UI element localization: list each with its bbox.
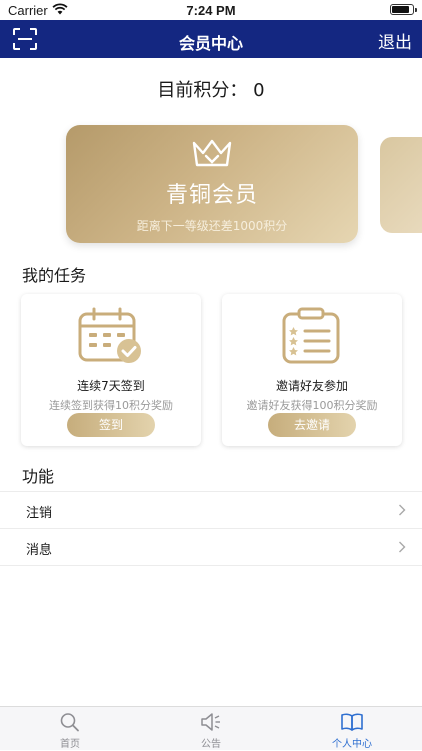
- chevron-right-icon: [399, 504, 406, 516]
- menu-item-messages[interactable]: 消息: [0, 528, 422, 565]
- logout-button[interactable]: 退出: [378, 28, 412, 53]
- page-title: 会员中心: [178, 34, 243, 53]
- task-name: 连续7天签到: [77, 379, 145, 393]
- tab-profile[interactable]: 个人中心: [282, 707, 422, 751]
- menu-item-logout-account[interactable]: 注销: [0, 491, 422, 528]
- task-desc: 邀请好友获得100积分奖励: [246, 399, 378, 412]
- menu-item-label: 注销: [26, 506, 53, 521]
- search-icon: [60, 713, 79, 732]
- scan-icon[interactable]: [12, 27, 38, 51]
- member-level-name: 青铜会员: [165, 183, 258, 208]
- tab-label: 公告: [201, 739, 221, 750]
- book-icon: [341, 713, 363, 731]
- functions-section-title: 功能: [22, 467, 55, 486]
- tab-bar: 首页 公告 个人中心: [0, 706, 422, 750]
- tab-announcements[interactable]: 公告: [141, 707, 281, 751]
- checkin-button[interactable]: 签到: [67, 413, 155, 437]
- points-display: 目前积分： 0: [157, 80, 265, 101]
- tab-label: 个人中心: [332, 739, 372, 750]
- task-name: 邀请好友参加: [275, 379, 348, 393]
- tab-label: 首页: [60, 739, 80, 750]
- battery-icon: [390, 4, 417, 15]
- task-desc: 连续签到获得10积分奖励: [49, 399, 173, 412]
- menu-divider: [0, 565, 422, 566]
- chevron-right-icon: [399, 541, 406, 553]
- crown-icon: [192, 139, 232, 167]
- clipboard-list-icon: [282, 307, 340, 364]
- battery-level: [392, 6, 409, 13]
- member-level-tip: 距离下一等级还差1000积分: [136, 219, 288, 233]
- task-card-invite: 邀请好友参加 邀请好友获得100积分奖励 去邀请: [222, 294, 402, 446]
- status-bar: Carrier 7:24 PM: [0, 0, 422, 20]
- next-membership-card[interactable]: [380, 137, 422, 233]
- menu-item-label: 消息: [26, 543, 53, 558]
- tasks-section-title: 我的任务: [22, 266, 87, 285]
- calendar-check-icon: [78, 307, 141, 363]
- task-card-checkin: 连续7天签到 连续签到获得10积分奖励 签到: [21, 294, 201, 446]
- speaker-icon: [201, 713, 220, 731]
- invite-button[interactable]: 去邀请: [268, 413, 356, 437]
- status-time: 7:24 PM: [186, 3, 236, 18]
- nav-bar: 会员中心 退出: [0, 20, 422, 58]
- membership-card[interactable]: 青铜会员 距离下一等级还差1000积分: [66, 125, 358, 243]
- tab-home[interactable]: 首页: [0, 707, 140, 751]
